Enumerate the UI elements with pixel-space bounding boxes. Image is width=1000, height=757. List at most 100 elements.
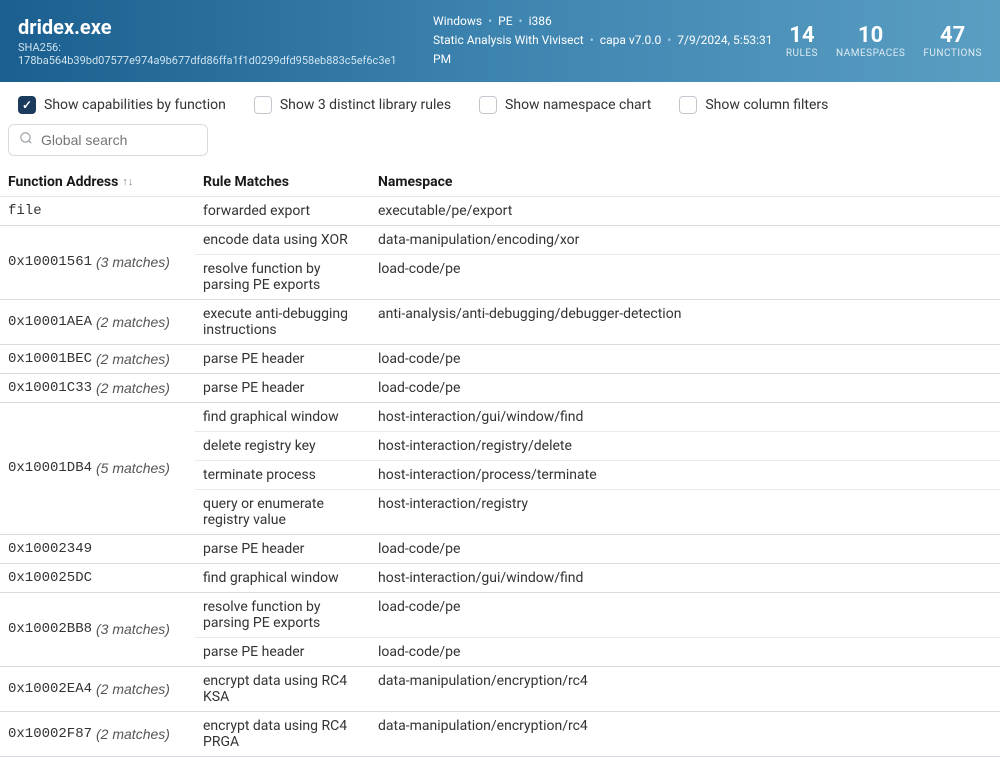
function-address-cell: file [0,197,195,225]
controls-bar: Show capabilities by function Show 3 dis… [0,82,1000,124]
matches-cell: encrypt data using RC4 PRGAdata-manipula… [195,712,1000,756]
rule-cell: query or enumerate registry value [195,490,370,534]
namespace-cell: host-interaction/registry/delete [370,432,1000,460]
namespace-cell: load-code/pe [370,255,1000,299]
rule-cell: terminate process [195,461,370,489]
search-container [0,124,1000,168]
table-row[interactable]: 0x10001AEA(2 matches)execute anti-debugg… [0,300,1000,345]
match-row: parse PE headerload-code/pe [195,345,1000,373]
namespace-cell: data-manipulation/encoding/xor [370,226,1000,254]
checkbox-icon [479,96,497,114]
table-row[interactable]: 0x100025DCfind graphical windowhost-inte… [0,564,1000,593]
match-row: parse PE headerload-code/pe [195,374,1000,402]
match-row: parse PE headerload-code/pe [195,535,1000,563]
rule-cell: parse PE header [195,345,370,373]
rule-cell: encrypt data using RC4 PRGA [195,712,370,756]
checkbox-namespace-chart[interactable]: Show namespace chart [479,96,651,114]
rule-cell: execute anti-debugging instructions [195,300,370,344]
table-row[interactable]: 0x10002349parse PE headerload-code/pe [0,535,1000,564]
namespace-cell: data-manipulation/encryption/rc4 [370,667,1000,711]
table-row[interactable]: 0x10001561(3 matches)encode data using X… [0,226,1000,300]
matches-cell: forwarded exportexecutable/pe/export [195,197,1000,225]
table-row[interactable]: 0x10001BEC(2 matches)parse PE headerload… [0,345,1000,374]
checkbox-icon [254,96,272,114]
matches-cell: encrypt data using RC4 KSAdata-manipulat… [195,667,1000,711]
match-row: forwarded exportexecutable/pe/export [195,197,1000,225]
search-box[interactable] [8,124,208,156]
function-address-cell: 0x10001561(3 matches) [0,226,195,299]
function-address-cell: 0x10001BEC(2 matches) [0,345,195,373]
matches-cell: find graphical windowhost-interaction/gu… [195,403,1000,534]
table-row[interactable]: 0x10001C33(2 matches)parse PE headerload… [0,374,1000,403]
function-address-cell: 0x10002BB8(3 matches) [0,593,195,666]
checkbox-icon [18,96,36,114]
match-row: parse PE headerload-code/pe [195,638,1000,666]
checkbox-icon [679,96,697,114]
table-body: fileforwarded exportexecutable/pe/export… [0,197,1000,757]
namespace-cell: host-interaction/gui/window/find [370,403,1000,431]
sort-icon: ↑↓ [122,175,133,188]
namespace-cell: load-code/pe [370,345,1000,373]
col-header-namespace[interactable]: Namespace [378,174,992,190]
col-header-rule[interactable]: Rule Matches [203,174,378,190]
function-address-cell: 0x10001DB4(5 matches) [0,403,195,534]
table-row[interactable]: 0x10002BB8(3 matches)resolve function by… [0,593,1000,667]
match-row: delete registry keyhost-interaction/regi… [195,432,1000,461]
table-row[interactable]: 0x10001DB4(5 matches)find graphical wind… [0,403,1000,535]
table-row[interactable]: fileforwarded exportexecutable/pe/export [0,197,1000,226]
match-row: resolve function by parsing PE exportslo… [195,255,1000,299]
namespace-cell: host-interaction/process/terminate [370,461,1000,489]
namespace-cell: host-interaction/registry [370,490,1000,534]
rule-cell: parse PE header [195,535,370,563]
match-row: encrypt data using RC4 KSAdata-manipulat… [195,667,1000,711]
search-input[interactable] [41,132,197,148]
rule-cell: find graphical window [195,403,370,431]
matches-cell: find graphical windowhost-interaction/gu… [195,564,1000,592]
stat-functions: 47 FUNCTIONS [923,23,982,59]
rule-cell: encrypt data using RC4 KSA [195,667,370,711]
table-row[interactable]: 0x10002EA4(2 matches)encrypt data using … [0,667,1000,712]
rule-cell: delete registry key [195,432,370,460]
checkbox-capabilities-by-function[interactable]: Show capabilities by function [18,96,226,114]
rule-cell: find graphical window [195,564,370,592]
function-address-cell: 0x100025DC [0,564,195,592]
sha256-line: SHA256: 178ba564b39bd07577e974a9b677dfd8… [18,41,433,67]
checkbox-library-rules[interactable]: Show 3 distinct library rules [254,96,451,114]
col-header-address[interactable]: Function Address ↑↓ [8,174,203,190]
stat-rules: 14 RULES [786,23,818,59]
match-row: encode data using XORdata-manipulation/e… [195,226,1000,255]
table-header: Function Address ↑↓ Rule Matches Namespa… [0,168,1000,197]
rule-cell: resolve function by parsing PE exports [195,593,370,637]
search-icon [19,131,33,149]
namespace-cell: anti-analysis/anti-debugging/debugger-de… [370,300,1000,344]
function-address-cell: 0x10002EA4(2 matches) [0,667,195,711]
matches-cell: parse PE headerload-code/pe [195,535,1000,563]
function-address-cell: 0x10002349 [0,535,195,563]
namespace-cell: data-manipulation/encryption/rc4 [370,712,1000,756]
matches-cell: encode data using XORdata-manipulation/e… [195,226,1000,299]
match-row: find graphical windowhost-interaction/gu… [195,564,1000,592]
results-table: Function Address ↑↓ Rule Matches Namespa… [0,168,1000,757]
meta-line-1: Windows•PE•i386 [433,12,786,31]
match-row: terminate processhost-interaction/proces… [195,461,1000,490]
function-address-cell: 0x10001AEA(2 matches) [0,300,195,344]
function-address-cell: 0x10001C33(2 matches) [0,374,195,402]
namespace-cell: load-code/pe [370,638,1000,666]
table-row[interactable]: 0x10002F87(2 matches)encrypt data using … [0,712,1000,757]
match-row: find graphical windowhost-interaction/gu… [195,403,1000,432]
header-stats: 14 RULES 10 NAMESPACES 47 FUNCTIONS [786,23,982,59]
rule-cell: resolve function by parsing PE exports [195,255,370,299]
meta-line-2: Static Analysis With Vivisect•capa v7.0.… [433,31,786,69]
namespace-cell: load-code/pe [370,535,1000,563]
matches-cell: resolve function by parsing PE exportslo… [195,593,1000,666]
match-row: execute anti-debugging instructionsanti-… [195,300,1000,344]
checkbox-column-filters[interactable]: Show column filters [679,96,828,114]
namespace-cell: load-code/pe [370,374,1000,402]
match-row: resolve function by parsing PE exportslo… [195,593,1000,638]
matches-cell: execute anti-debugging instructionsanti-… [195,300,1000,344]
rule-cell: encode data using XOR [195,226,370,254]
rule-cell: parse PE header [195,638,370,666]
function-address-cell: 0x10002F87(2 matches) [0,712,195,756]
namespace-cell: executable/pe/export [370,197,1000,225]
match-row: encrypt data using RC4 PRGAdata-manipula… [195,712,1000,756]
